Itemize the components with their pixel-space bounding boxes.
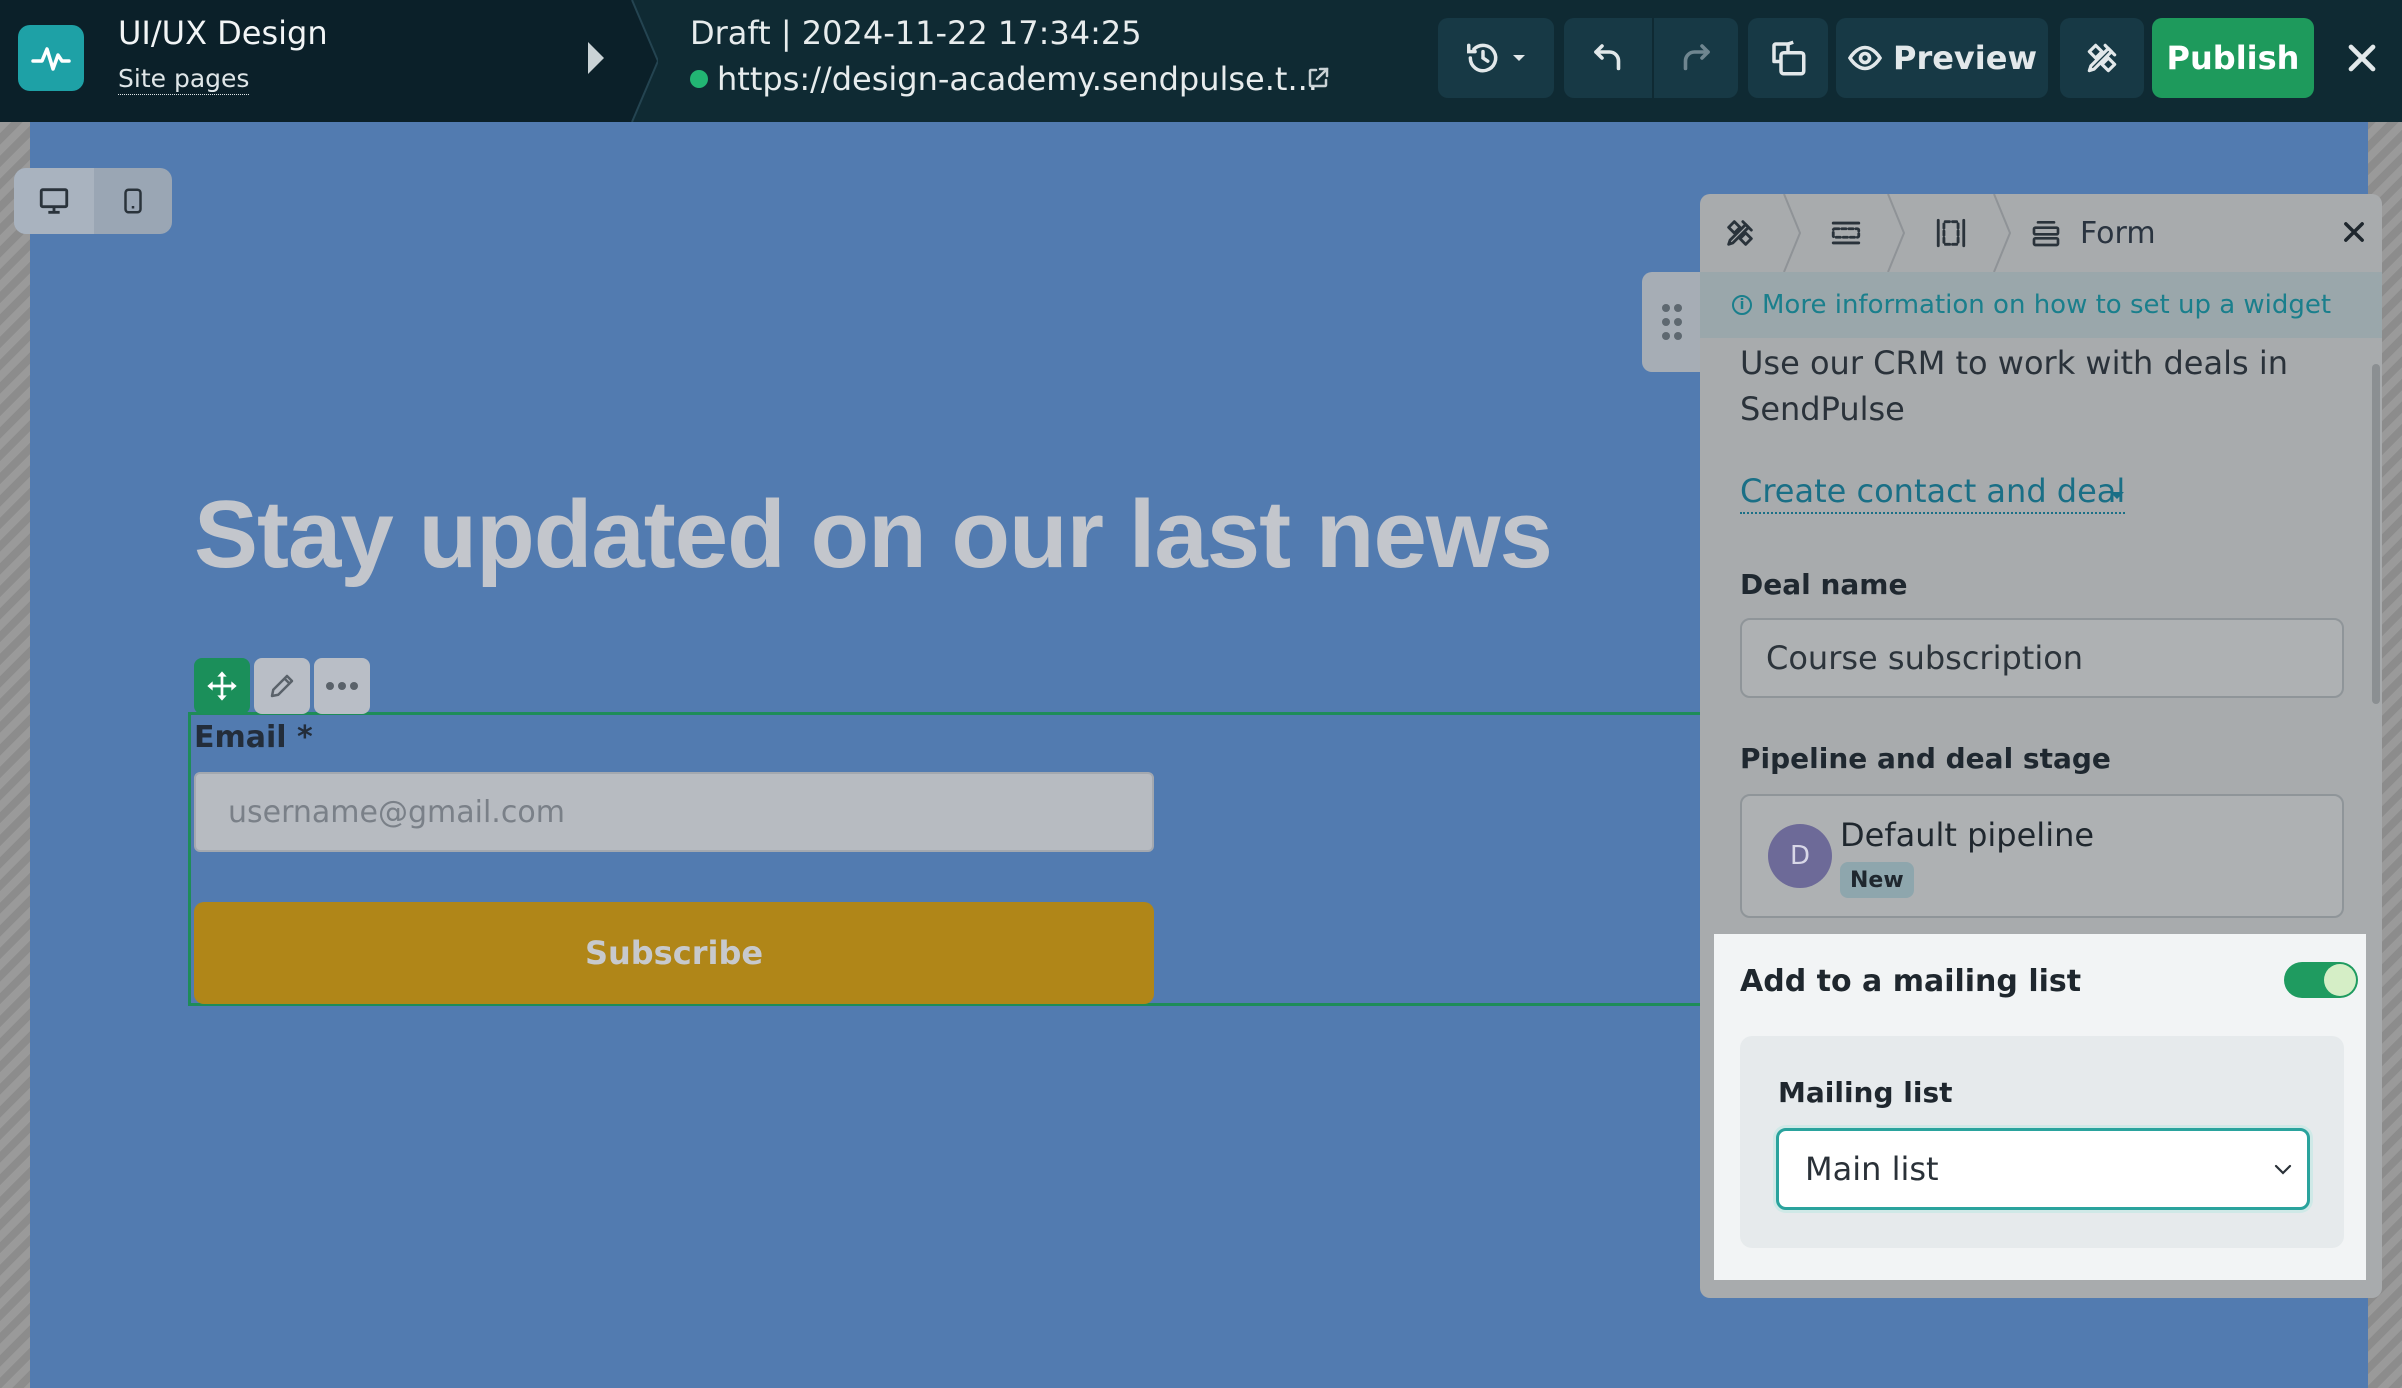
mailing-list-value: Main list: [1805, 1150, 1939, 1188]
tab-form[interactable]: Form: [2030, 194, 2156, 272]
mobile-icon: [124, 188, 142, 214]
section-icon: [1831, 221, 1861, 245]
crm-action-dropdown[interactable]: Create contact and deal: [1740, 472, 2126, 514]
mobile-view-button[interactable]: [94, 168, 172, 234]
mailing-list-select[interactable]: Main list: [1776, 1128, 2310, 1210]
page-headline[interactable]: Stay updated on our last news: [194, 480, 1553, 590]
design-tools-icon: [1727, 220, 1753, 246]
tab-section[interactable]: [1804, 194, 1888, 272]
widget-settings-panel: Form i More information on how to set up…: [1700, 194, 2382, 1298]
draft-status: Draft | 2024-11-22 17:34:25: [690, 14, 1142, 52]
mailing-toggle-label: Add to a mailing list: [1740, 964, 2082, 999]
project-title: UI/UX Design: [118, 14, 328, 52]
preview-button[interactable]: Preview: [1836, 18, 2048, 98]
undo-icon: [1594, 44, 1621, 71]
site-url-link[interactable]: https://design-academy.sendpulse.t...: [717, 60, 1318, 98]
layers-icon: [1772, 40, 1806, 76]
panel-scrollbar[interactable]: [2372, 364, 2380, 704]
history-button[interactable]: [1438, 18, 1554, 98]
pulse-logo-icon[interactable]: [18, 25, 84, 91]
move-block-icon[interactable]: [194, 658, 250, 714]
more-options-icon[interactable]: [314, 658, 370, 714]
caret-down-icon[interactable]: [2110, 492, 2124, 499]
expand-pages-arrow-icon[interactable]: [588, 42, 604, 74]
email-field-label: Email *: [194, 720, 313, 755]
deal-name-input[interactable]: Course subscription: [1740, 618, 2344, 698]
tab-form-label: Form: [2080, 215, 2156, 251]
subscribe-button[interactable]: Subscribe: [194, 902, 1154, 1004]
pipeline-name: Default pipeline: [1840, 816, 2095, 854]
pipeline-selector[interactable]: D Default pipeline New: [1740, 794, 2344, 918]
undo-button[interactable]: [1564, 18, 1652, 98]
top-bar: UI/UX Design Site pages Draft | 2024-11-…: [0, 0, 2402, 122]
column-icon: [1936, 218, 1966, 248]
design-tools-icon: [2087, 43, 2117, 73]
chevron-down-icon: [1513, 55, 1525, 61]
widget-help-text: More information on how to set up a widg…: [1762, 290, 2332, 320]
device-switcher: [14, 168, 172, 234]
section-divider-icon: [628, 0, 658, 122]
widget-help-link[interactable]: i More information on how to set up a wi…: [1700, 272, 2382, 338]
project-section: UI/UX Design Site pages: [0, 0, 632, 122]
panel-drag-handle[interactable]: [1642, 272, 1702, 372]
mailing-list-options: Mailing list Main list: [1740, 1036, 2344, 1248]
toggle-knob: [2324, 964, 2356, 996]
drag-dots-icon: [1662, 304, 1682, 340]
pipeline-label: Pipeline and deal stage: [1740, 742, 2111, 775]
email-field[interactable]: username@gmail.com: [194, 772, 1154, 852]
design-settings-button[interactable]: [2060, 18, 2144, 98]
tab-design[interactable]: [1700, 194, 1780, 272]
form-icon: [2032, 221, 2060, 247]
deal-stage-badge: New: [1840, 862, 1914, 898]
eye-icon: [1847, 45, 1883, 71]
info-icon: i: [1732, 295, 1752, 315]
chevron-down-icon: [2274, 1164, 2292, 1175]
redo-button[interactable]: [1652, 18, 1738, 98]
close-editor-icon[interactable]: [2340, 36, 2384, 84]
panel-breadcrumb-tabs: Form: [1700, 194, 2382, 273]
redo-icon: [1683, 44, 1710, 71]
close-panel-icon[interactable]: [2340, 218, 2368, 250]
site-live-status-dot: [690, 70, 708, 88]
mailing-list-label: Mailing list: [1778, 1076, 1953, 1109]
publish-label: Publish: [2166, 39, 2300, 77]
publish-button[interactable]: Publish: [2152, 18, 2314, 98]
desktop-icon: [39, 188, 69, 214]
tab-separator-icon: [1993, 194, 2012, 272]
tab-column[interactable]: [1908, 194, 1994, 272]
pages-layers-button[interactable]: [1748, 18, 1828, 98]
tab-separator-icon: [1783, 194, 1802, 272]
crm-description: Use our CRM to work with deals in SendPu…: [1740, 344, 2288, 428]
desktop-view-button[interactable]: [14, 168, 94, 234]
tab-separator-icon: [1887, 194, 1906, 272]
pipeline-avatar: D: [1768, 824, 1832, 888]
history-clock-icon: [1467, 43, 1498, 73]
deal-name-label: Deal name: [1740, 568, 1908, 601]
preview-label: Preview: [1892, 39, 2038, 77]
mailing-list-toggle[interactable]: [2284, 962, 2358, 998]
edit-block-icon[interactable]: [254, 658, 310, 714]
external-link-icon[interactable]: [1306, 66, 1330, 94]
mailing-list-section: Add to a mailing list Mailing list Main …: [1714, 934, 2366, 1280]
site-pages-link[interactable]: Site pages: [118, 64, 250, 95]
